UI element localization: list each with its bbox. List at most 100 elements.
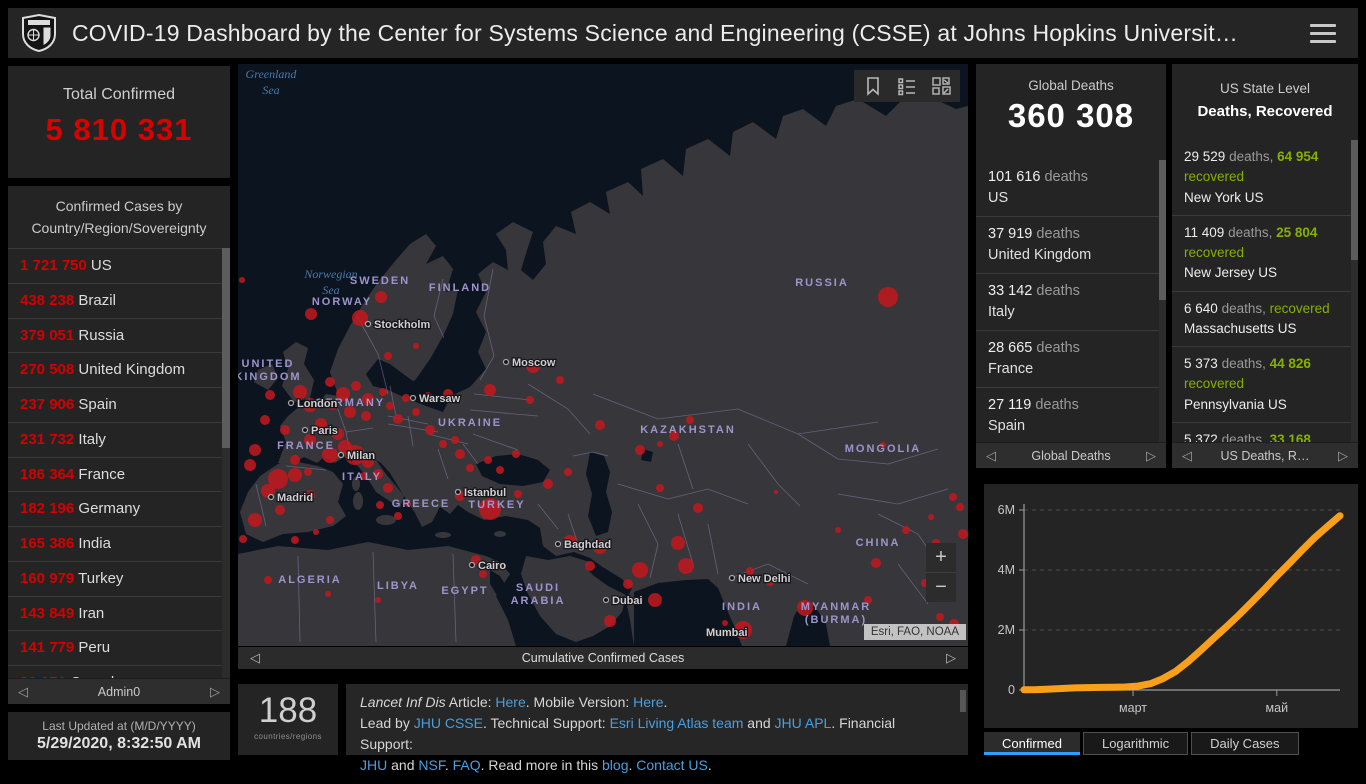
deaths-row[interactable]: 28 665 deathsFrance	[976, 331, 1166, 388]
country-row[interactable]: 89 976 Canada	[8, 666, 230, 678]
case-bubble[interactable]	[623, 579, 633, 589]
country-row[interactable]: 143 849 Iran	[8, 597, 230, 632]
case-bubble[interactable]	[260, 415, 270, 425]
case-bubble[interactable]	[394, 512, 402, 520]
country-row[interactable]: 182 196 Germany	[8, 492, 230, 527]
case-bubble[interactable]	[949, 493, 957, 501]
bookmark-icon[interactable]	[856, 72, 890, 100]
link[interactable]: Here	[633, 694, 663, 710]
case-bubble[interactable]	[871, 558, 881, 568]
case-bubble[interactable]	[604, 615, 616, 627]
link[interactable]: FAQ	[453, 757, 481, 773]
case-bubble[interactable]	[657, 441, 663, 447]
country-row[interactable]: 237 906 Spain	[8, 388, 230, 423]
country-row[interactable]: 231 732 Italy	[8, 423, 230, 458]
case-bubble[interactable]	[956, 503, 964, 511]
case-bubble[interactable]	[774, 490, 778, 494]
case-bubble[interactable]	[313, 529, 319, 535]
case-bubble[interactable]	[239, 277, 245, 283]
case-bubble[interactable]	[249, 444, 261, 456]
basemap-grid-icon[interactable]	[924, 72, 958, 100]
case-bubble[interactable]	[484, 456, 492, 464]
case-bubble[interactable]	[379, 388, 387, 396]
chart-tab-confirmed[interactable]: Confirmed	[984, 732, 1080, 755]
chart-tab-logarithmic[interactable]: Logarithmic	[1083, 732, 1188, 755]
case-bubble[interactable]	[686, 416, 694, 424]
case-bubble[interactable]	[678, 558, 694, 574]
case-bubble[interactable]	[878, 287, 898, 307]
case-bubble[interactable]	[361, 411, 371, 421]
country-list-scrollbar[interactable]	[222, 248, 230, 678]
pager-prev-icon[interactable]: ◁	[1182, 448, 1192, 464]
case-bubble[interactable]	[293, 385, 307, 399]
case-bubble[interactable]	[835, 527, 841, 533]
case-bubble[interactable]	[656, 484, 664, 492]
case-bubble[interactable]	[484, 384, 496, 396]
pager-next-icon[interactable]: ▷	[210, 684, 220, 700]
link[interactable]: JHU	[360, 757, 387, 773]
case-bubble[interactable]	[466, 464, 474, 472]
state-row[interactable]: 11 409 deaths, 25 804 recoveredNew Jerse…	[1172, 216, 1358, 292]
case-bubble[interactable]	[722, 620, 728, 626]
zoom-out-button[interactable]: −	[926, 573, 956, 602]
scrollbar-thumb[interactable]	[1351, 140, 1358, 260]
confirmed-series-line[interactable]	[1024, 516, 1340, 690]
case-bubble[interactable]	[326, 516, 334, 524]
link[interactable]: NSF	[418, 757, 444, 773]
case-bubble[interactable]	[585, 561, 595, 571]
case-bubble[interactable]	[384, 352, 392, 360]
global-list-scrollbar[interactable]	[1159, 160, 1166, 442]
case-bubble[interactable]	[244, 459, 256, 471]
case-bubble[interactable]	[325, 591, 331, 597]
link[interactable]: Here	[495, 694, 525, 710]
chart-tab-daily-cases[interactable]: Daily Cases	[1191, 732, 1298, 755]
country-list[interactable]: 1 721 750 US438 238 Brazil379 051 Russia…	[8, 248, 230, 678]
case-bubble[interactable]	[936, 613, 944, 621]
case-bubble[interactable]	[958, 529, 968, 539]
pager-prev-icon[interactable]: ◁	[986, 448, 996, 464]
case-bubble[interactable]	[526, 396, 534, 404]
country-row[interactable]: 270 508 United Kingdom	[8, 353, 230, 388]
case-bubble[interactable]	[632, 562, 648, 578]
case-bubble[interactable]	[413, 343, 419, 349]
menu-icon[interactable]	[1310, 24, 1336, 43]
pager-prev-icon[interactable]: ◁	[250, 650, 260, 666]
case-bubble[interactable]	[305, 308, 317, 320]
case-bubble[interactable]	[412, 408, 420, 416]
case-bubble[interactable]	[280, 425, 290, 435]
case-bubble[interactable]	[928, 514, 934, 520]
case-bubble[interactable]	[455, 449, 465, 459]
link[interactable]: Contact US	[636, 757, 708, 773]
map-canvas[interactable]: GreenlandSeaNorwegianSeaUNITEDKINGDOMSWE…	[238, 64, 968, 646]
case-bubble[interactable]	[425, 425, 435, 435]
deaths-row[interactable]: 27 119 deathsSpain	[976, 388, 1166, 442]
deaths-row[interactable]: 33 142 deathsItaly	[976, 274, 1166, 331]
scrollbar-thumb[interactable]	[1159, 160, 1166, 300]
pager-next-icon[interactable]: ▷	[1146, 448, 1156, 464]
case-bubble[interactable]	[291, 536, 299, 544]
case-bubble[interactable]	[275, 505, 285, 515]
case-bubble[interactable]	[902, 526, 910, 534]
case-bubble[interactable]	[248, 513, 262, 527]
case-bubble[interactable]	[325, 377, 335, 387]
case-bubble[interactable]	[265, 390, 275, 400]
case-bubble[interactable]	[512, 450, 520, 458]
case-bubble[interactable]	[290, 455, 300, 465]
case-bubble[interactable]	[376, 501, 384, 509]
country-row[interactable]: 438 238 Brazil	[8, 284, 230, 319]
state-row[interactable]: 29 529 deaths, 64 954 recoveredNew York …	[1172, 140, 1358, 216]
case-bubble[interactable]	[239, 535, 247, 543]
case-bubble[interactable]	[304, 468, 312, 476]
case-bubble[interactable]	[386, 402, 394, 410]
link[interactable]: blog	[602, 757, 628, 773]
case-bubble[interactable]	[288, 468, 302, 482]
case-bubble[interactable]	[648, 593, 662, 607]
zoom-in-button[interactable]: +	[926, 543, 956, 573]
pager-next-icon[interactable]: ▷	[1338, 448, 1348, 464]
country-row[interactable]: 141 779 Peru	[8, 631, 230, 666]
us-state-list[interactable]: 29 529 deaths, 64 954 recoveredNew York …	[1172, 140, 1358, 442]
case-bubble[interactable]	[564, 468, 572, 476]
case-bubble[interactable]	[693, 503, 703, 513]
scrollbar-thumb[interactable]	[222, 248, 230, 448]
case-bubble[interactable]	[393, 414, 403, 424]
